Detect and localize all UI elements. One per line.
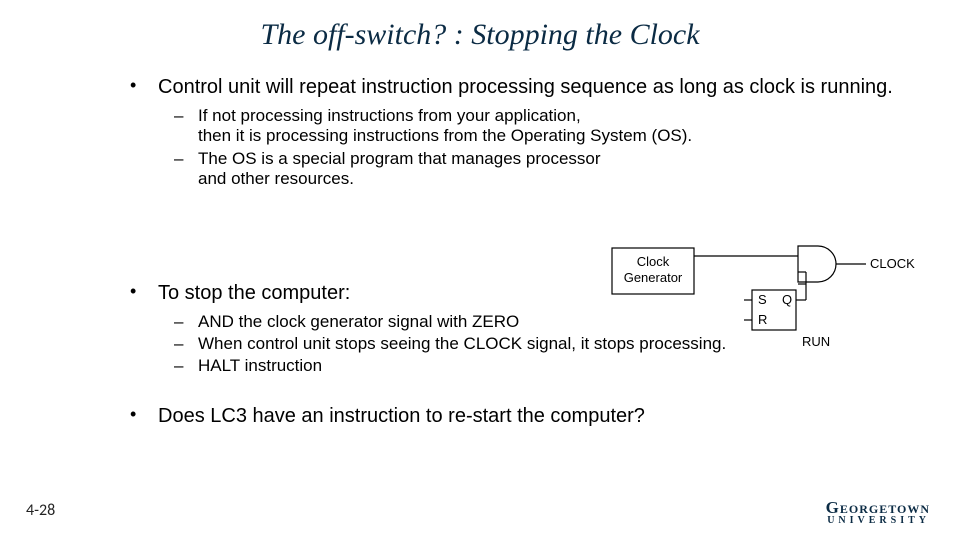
bullet-1-text: Control unit will repeat instruction pro… bbox=[158, 76, 893, 98]
slide-title: The off-switch? : Stopping the Clock bbox=[0, 0, 960, 74]
bullet-1: Control unit will repeat instruction pro… bbox=[130, 74, 900, 190]
clock-gen-label-2: Generator bbox=[624, 270, 683, 285]
bullet-2-text: To stop the computer: bbox=[158, 282, 350, 304]
bullet-1-sub-1: If not processing instructions from your… bbox=[158, 106, 900, 147]
clock-gen-label-1: Clock bbox=[637, 254, 670, 269]
clock-output-label: CLOCK bbox=[870, 256, 915, 271]
run-label: RUN bbox=[802, 334, 830, 349]
logo-name: Georgetown bbox=[826, 499, 930, 516]
georgetown-logo: Georgetown UNIVERSITY bbox=[826, 499, 930, 526]
clock-diagram: Clock Generator CLOCK S R Q RUN bbox=[610, 238, 920, 358]
latch-q-label: Q bbox=[782, 292, 792, 307]
logo-university: UNIVERSITY bbox=[826, 516, 930, 526]
bullet-1-sub-2: The OS is a special program that manages… bbox=[158, 149, 900, 190]
bullet-3-text: Does LC3 have an instruction to re-start… bbox=[158, 405, 645, 427]
bullet-3: Does LC3 have an instruction to re-start… bbox=[130, 403, 900, 429]
slide-number: 4-28 bbox=[26, 501, 55, 520]
latch-s-label: S bbox=[758, 292, 767, 307]
bullet-2-sub-3: HALT instruction bbox=[158, 356, 900, 376]
latch-r-label: R bbox=[758, 312, 767, 327]
